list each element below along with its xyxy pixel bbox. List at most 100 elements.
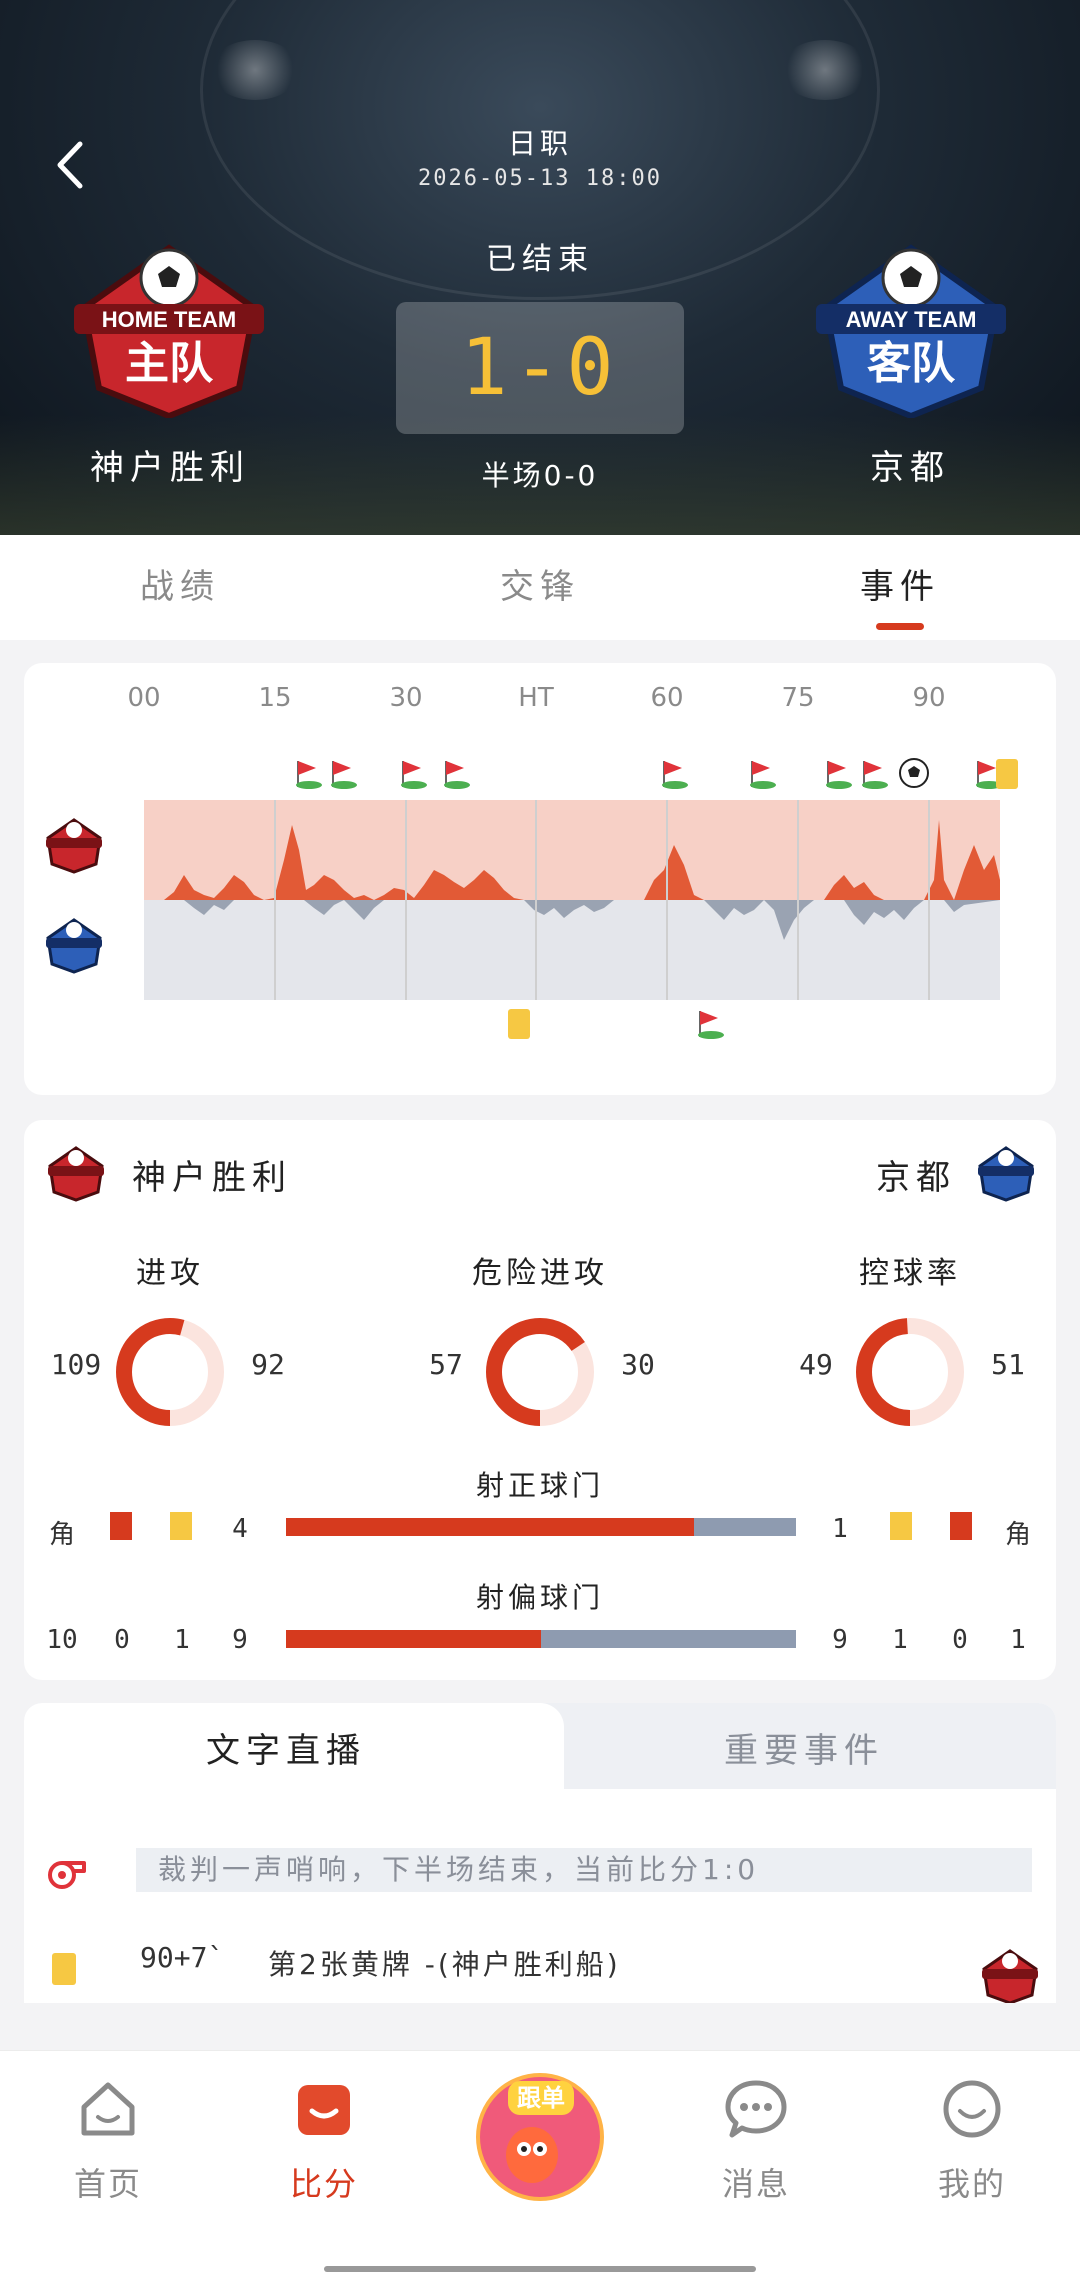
home-stat-value: 0 xyxy=(114,1625,130,1655)
stadium-light xyxy=(780,40,870,100)
corner-flag-icon xyxy=(662,761,688,789)
away-stat-value: 0 xyxy=(952,1625,968,1655)
home-on-target-value: 4 xyxy=(232,1514,248,1544)
tab-record[interactable]: 战绩 xyxy=(0,535,360,640)
detail-tabs: 战绩 交锋 事件 xyxy=(0,535,1080,640)
possession-away-value: 51 xyxy=(991,1348,1025,1381)
home-off-target-value: 9 xyxy=(232,1625,248,1655)
event-minute: 90+7` xyxy=(140,1941,225,1974)
corner-flag-icon xyxy=(296,761,322,789)
timeline-tick: 60 xyxy=(650,683,684,713)
momentum-chart xyxy=(144,800,1000,1000)
match-header: 日职 2026-05-13 18:00 已结束 1-0 半场0-0 HOME T… xyxy=(0,0,1080,535)
away-stat-value: 1 xyxy=(1010,1625,1026,1655)
red-card-icon xyxy=(110,1512,132,1540)
momentum-timeline-card: 00 15 30 HT 60 75 90 xyxy=(24,663,1056,1095)
timeline-tick: 90 xyxy=(912,683,946,713)
on-target-bar xyxy=(286,1518,796,1536)
corner-flag-icon xyxy=(331,761,357,789)
away-corner-label: 角 xyxy=(1004,1520,1031,1550)
stat-title-dangerous-attack: 危险进攻 xyxy=(472,1256,608,1291)
home-logo-caption: HOME TEAM xyxy=(102,307,236,332)
off-target-label: 射偏球门 xyxy=(475,1581,604,1614)
possession-home-value: 49 xyxy=(799,1348,833,1381)
home-stat-value: 1 xyxy=(174,1625,190,1655)
timeline-tick: HT xyxy=(518,683,554,713)
score-display: 1-0 xyxy=(396,302,684,434)
corner-flag-icon xyxy=(826,761,852,789)
home-team-mini-logo xyxy=(48,1146,104,1202)
away-stat-value: 1 xyxy=(892,1625,908,1655)
yellow-card-icon xyxy=(508,1009,530,1039)
tab-label: 战绩 xyxy=(140,567,220,607)
home-team-mini-logo xyxy=(982,1949,1038,2003)
dangerous-attack-home-value: 57 xyxy=(429,1348,463,1381)
tab-text-live[interactable]: 文字直播 xyxy=(206,1723,366,1772)
follow-mascot-icon: 跟单 xyxy=(476,2073,604,2201)
match-stats-card: 神户胜利 京都 进攻 109 92 危险进攻 57 30 控球率 49 51 射… xyxy=(24,1120,1056,1680)
away-logo-main: 客队 xyxy=(867,338,956,389)
follow-badge-text: 跟单 xyxy=(517,2084,565,2112)
active-tab-indicator xyxy=(876,623,924,630)
tab-key-events[interactable]: 重要事件 xyxy=(724,1723,884,1772)
away-team-mini-logo xyxy=(978,1146,1034,1202)
away-team-name[interactable]: 京都 xyxy=(760,440,1060,489)
yellow-card-icon xyxy=(890,1512,912,1540)
goal-ball-icon xyxy=(899,758,929,788)
corner-flag-icon xyxy=(401,761,427,789)
home-team-name[interactable]: 神户胜利 xyxy=(20,440,320,489)
tab-label: 事件 xyxy=(860,567,940,607)
red-card-icon xyxy=(950,1512,972,1540)
tab-head-to-head[interactable]: 交锋 xyxy=(360,535,720,640)
home-face-icon xyxy=(81,2082,135,2136)
nav-label: 比分 xyxy=(289,2165,358,2203)
nav-profile[interactable]: 我的 xyxy=(902,2077,1042,2205)
yellow-card-icon xyxy=(52,1953,76,1985)
away-off-target-value: 9 xyxy=(832,1625,848,1655)
away-team-logo[interactable]: AWAY TEAM 客队 xyxy=(806,238,1016,418)
home-indicator[interactable] xyxy=(324,2266,756,2272)
profile-icon xyxy=(943,2080,1001,2138)
match-datetime: 2026-05-13 18:00 xyxy=(418,166,662,191)
on-target-label: 射正球门 xyxy=(475,1469,604,1502)
home-logo-main: 主队 xyxy=(125,338,214,389)
attack-home-value: 109 xyxy=(50,1348,102,1381)
stats-home-name: 神户胜利 xyxy=(132,1158,292,1198)
timeline-tick: 75 xyxy=(781,683,815,713)
timeline-tick: 15 xyxy=(258,683,292,713)
corner-flag-icon xyxy=(444,761,470,789)
attack-donut xyxy=(116,1318,224,1426)
attack-away-value: 92 xyxy=(251,1348,285,1381)
bottom-navigation: 首页 比分 跟单 消息 我的 xyxy=(0,2050,1080,2276)
nav-messages[interactable]: 消息 xyxy=(686,2077,826,2205)
nav-label: 首页 xyxy=(73,2165,142,2203)
away-on-target-value: 1 xyxy=(832,1514,848,1544)
dangerous-attack-donut xyxy=(486,1318,594,1426)
yellow-card-icon xyxy=(996,759,1018,789)
stat-title-attack: 进攻 xyxy=(136,1256,204,1291)
nav-follow[interactable]: 跟单 xyxy=(470,2071,610,2207)
home-team-mini-logo xyxy=(46,818,102,874)
dangerous-attack-away-value: 30 xyxy=(621,1348,655,1381)
corner-flag-icon xyxy=(862,761,888,789)
nav-label: 我的 xyxy=(937,2165,1006,2203)
on-target-home-fill xyxy=(286,1518,694,1536)
event-description: 第2张黄牌 -(神户胜利船) xyxy=(268,1948,621,1981)
yellow-card-icon xyxy=(170,1512,192,1540)
home-team-logo[interactable]: HOME TEAM 主队 xyxy=(64,238,274,418)
message-icon xyxy=(725,2080,787,2138)
timeline-tick: 30 xyxy=(389,683,423,713)
score-icon xyxy=(298,2085,350,2135)
tab-events[interactable]: 事件 xyxy=(720,535,1080,640)
nav-score[interactable]: 比分 xyxy=(254,2077,394,2205)
nav-home[interactable]: 首页 xyxy=(38,2077,178,2205)
whistle-icon xyxy=(48,1861,86,1889)
timeline-tick: 00 xyxy=(127,683,161,713)
live-text-card: 文字直播 重要事件 裁判一声哨响，下半场结束，当前比分1:0 90+7` 第2张… xyxy=(24,1703,1056,2003)
stat-title-possession: 控球率 xyxy=(859,1256,961,1291)
off-target-home-fill xyxy=(286,1630,541,1648)
nav-label: 消息 xyxy=(721,2165,790,2203)
away-logo-caption: AWAY TEAM xyxy=(846,307,977,332)
stadium-light xyxy=(210,40,300,100)
score-text: 1-0 xyxy=(460,323,620,413)
